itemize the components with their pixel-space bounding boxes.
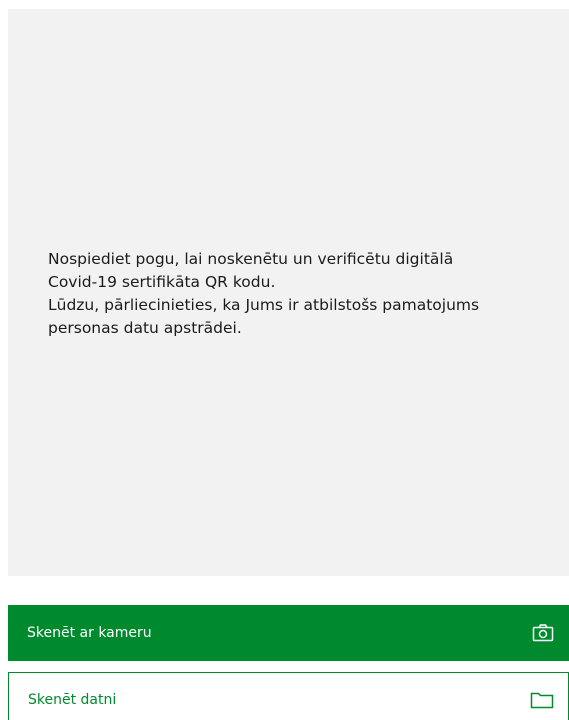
instructions-line: Lūdzu, pārliecinieties, ka Jums ir atbil… xyxy=(48,296,480,314)
folder-icon xyxy=(530,688,554,712)
instructions-line: Covid-19 sertifikāta QR kodu. xyxy=(48,273,276,291)
scan-file-button[interactable]: Skenēt datni xyxy=(8,672,569,720)
scan-camera-button[interactable]: Skenēt ar kameru xyxy=(8,605,569,661)
info-panel: Nospiediet pogu, lai noskenētu un verifi… xyxy=(8,9,569,576)
page: Nospiediet pogu, lai noskenētu un verifi… xyxy=(0,0,569,720)
scan-camera-label: Skenēt ar kameru xyxy=(27,625,152,641)
instructions-line: personas datu apstrādei. xyxy=(48,319,242,337)
scan-file-label: Skenēt datni xyxy=(28,692,117,708)
camera-icon xyxy=(531,621,555,645)
instructions-line: Nospiediet pogu, lai noskenētu un verifi… xyxy=(48,250,454,268)
instructions-text: Nospiediet pogu, lai noskenētu un verifi… xyxy=(48,248,479,340)
